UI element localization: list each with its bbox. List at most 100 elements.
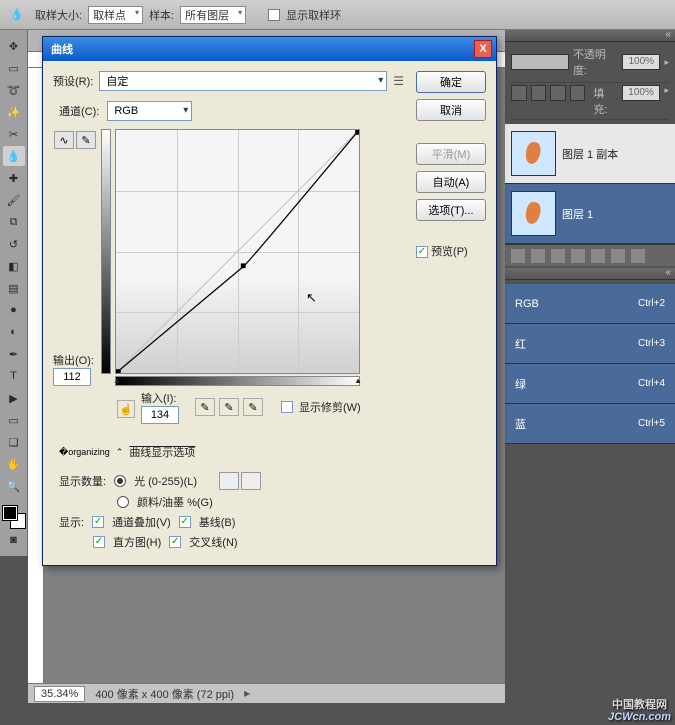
- channels-panel-header[interactable]: [505, 268, 675, 280]
- adjustment-layer-icon[interactable]: [571, 249, 585, 263]
- layer-item[interactable]: 图层 1 副本: [505, 124, 675, 184]
- fill-arrow-icon[interactable]: ▸: [664, 85, 669, 117]
- grid-coarse-button[interactable]: [241, 472, 261, 490]
- type-tool[interactable]: T: [3, 366, 25, 386]
- group-icon[interactable]: [591, 249, 605, 263]
- dialog-title-bar[interactable]: 曲线 X: [43, 37, 496, 61]
- lock-position-icon[interactable]: [550, 85, 566, 101]
- target-adjust-tool[interactable]: ☝: [117, 400, 135, 418]
- opacity-value[interactable]: 100%: [622, 54, 660, 70]
- layer-mask-icon[interactable]: [551, 249, 565, 263]
- lock-transparency-icon[interactable]: [511, 85, 527, 101]
- zoom-field[interactable]: 35.34%: [34, 686, 85, 702]
- zoom-tool[interactable]: 🔍: [3, 476, 25, 496]
- eyedropper-gray-icon[interactable]: ✎: [219, 398, 239, 416]
- dodge-tool[interactable]: ◐: [3, 322, 25, 342]
- doc-info-arrow[interactable]: ▶: [244, 689, 250, 698]
- close-icon[interactable]: X: [474, 40, 492, 58]
- options-button[interactable]: 选项(T)...: [416, 199, 486, 221]
- watermark-cn: 中国教程网: [612, 696, 667, 712]
- brush-tool[interactable]: 🖌: [3, 190, 25, 210]
- fill-value[interactable]: 100%: [622, 85, 661, 101]
- layer-fx-icon[interactable]: [531, 249, 545, 263]
- display-qty-label: 显示数量:: [59, 473, 106, 489]
- sample-size-combo[interactable]: 取样点: [88, 6, 143, 24]
- eyedropper-black-icon[interactable]: ✎: [195, 398, 215, 416]
- pen-tool[interactable]: ✒: [3, 344, 25, 364]
- color-swatches[interactable]: [3, 506, 25, 528]
- light-radio[interactable]: [114, 475, 126, 487]
- wand-tool[interactable]: ✨: [3, 102, 25, 122]
- channel-item-blue[interactable]: 蓝 Ctrl+5: [505, 404, 675, 444]
- right-panels: 不透明度: 100% ▸ 填充: 100% ▸ 图层 1 副本 图层 1: [505, 30, 675, 703]
- gradient-tool[interactable]: ▤: [3, 278, 25, 298]
- lock-all-icon[interactable]: [570, 85, 586, 101]
- move-tool[interactable]: ✥: [3, 36, 25, 56]
- marquee-tool[interactable]: ▭: [3, 58, 25, 78]
- lock-paint-icon[interactable]: [531, 85, 547, 101]
- eyedropper-tool[interactable]: 💧: [3, 146, 25, 166]
- fg-color[interactable]: [3, 506, 17, 520]
- 3d-tool[interactable]: ❑: [3, 432, 25, 452]
- disclosure-triangle-icon: ⌃: [116, 447, 124, 458]
- channel-item-rgb[interactable]: RGB Ctrl+2: [505, 284, 675, 324]
- eyedropper-white-icon[interactable]: ✎: [243, 398, 263, 416]
- ink-radio[interactable]: [117, 496, 129, 508]
- channel-shortcut: Ctrl+3: [638, 338, 665, 349]
- eraser-tool[interactable]: ◧: [3, 256, 25, 276]
- sample-combo[interactable]: 所有图层: [180, 6, 246, 24]
- auto-button[interactable]: 自动(A): [416, 171, 486, 193]
- ok-button[interactable]: 确定: [416, 71, 486, 93]
- history-brush-tool[interactable]: ↺: [3, 234, 25, 254]
- eyedropper-tool-icon[interactable]: 💧: [5, 3, 29, 27]
- preview-label: 预览(P): [431, 246, 468, 258]
- intersection-checkbox[interactable]: [169, 536, 181, 548]
- layer-name[interactable]: 图层 1: [562, 206, 593, 222]
- layer-thumb-icon: [511, 191, 556, 236]
- curves-graph[interactable]: ↖: [115, 129, 360, 374]
- path-select-tool[interactable]: ▶: [3, 388, 25, 408]
- layer-item[interactable]: 图层 1: [505, 184, 675, 244]
- curve-pencil-tool[interactable]: ✎: [76, 131, 96, 149]
- blend-mode-combo[interactable]: [511, 54, 569, 70]
- crop-tool[interactable]: ✂: [3, 124, 25, 144]
- doc-info: 400 像素 x 400 像素 (72 ppi): [95, 686, 234, 702]
- curve-display-disclosure[interactable]: �organizing ⌃ 曲线显示选项: [59, 444, 404, 460]
- quickmask-toggle[interactable]: ◙: [3, 530, 25, 550]
- opacity-arrow-icon[interactable]: ▸: [664, 57, 669, 68]
- new-layer-icon[interactable]: [611, 249, 625, 263]
- grid-fine-button[interactable]: [219, 472, 239, 490]
- layers-panel-header[interactable]: [505, 30, 675, 42]
- preset-combo[interactable]: 自定: [99, 71, 387, 91]
- disclosure-triangle-icon: �organizing: [59, 447, 110, 458]
- preview-checkbox[interactable]: [416, 246, 428, 258]
- layer-name[interactable]: 图层 1 副本: [562, 146, 618, 162]
- preset-menu-icon[interactable]: ☰: [393, 74, 404, 88]
- channel-combo[interactable]: RGB: [107, 101, 192, 121]
- healing-tool[interactable]: ✚: [3, 168, 25, 188]
- blur-tool[interactable]: ●: [3, 300, 25, 320]
- trash-icon[interactable]: [631, 249, 645, 263]
- channel-overlay-checkbox[interactable]: [92, 516, 104, 528]
- channel-item-red[interactable]: 红 Ctrl+3: [505, 324, 675, 364]
- curve-point-tool[interactable]: ∿: [54, 131, 74, 149]
- cancel-button[interactable]: 取消: [416, 99, 486, 121]
- shape-tool[interactable]: ▭: [3, 410, 25, 430]
- channel-item-green[interactable]: 绿 Ctrl+4: [505, 364, 675, 404]
- show-sample-ring-checkbox[interactable]: [268, 9, 280, 21]
- dialog-title: 曲线: [51, 41, 73, 57]
- output-field[interactable]: [53, 368, 91, 386]
- lasso-tool[interactable]: ➰: [3, 80, 25, 100]
- histogram-checkbox[interactable]: [93, 536, 105, 548]
- channel-label: 通道(C):: [59, 103, 99, 119]
- hand-tool[interactable]: ✋: [3, 454, 25, 474]
- input-field[interactable]: [141, 406, 179, 424]
- input-gradient[interactable]: [115, 376, 360, 386]
- baseline-checkbox[interactable]: [179, 516, 191, 528]
- link-layers-icon[interactable]: [511, 249, 525, 263]
- stamp-tool[interactable]: ⧉: [3, 212, 25, 232]
- channel-name: 绿: [515, 376, 526, 392]
- show-clip-checkbox[interactable]: [281, 401, 293, 413]
- status-bar: 35.34% 400 像素 x 400 像素 (72 ppi) ▶: [28, 683, 505, 703]
- sample-label: 样本:: [149, 7, 174, 23]
